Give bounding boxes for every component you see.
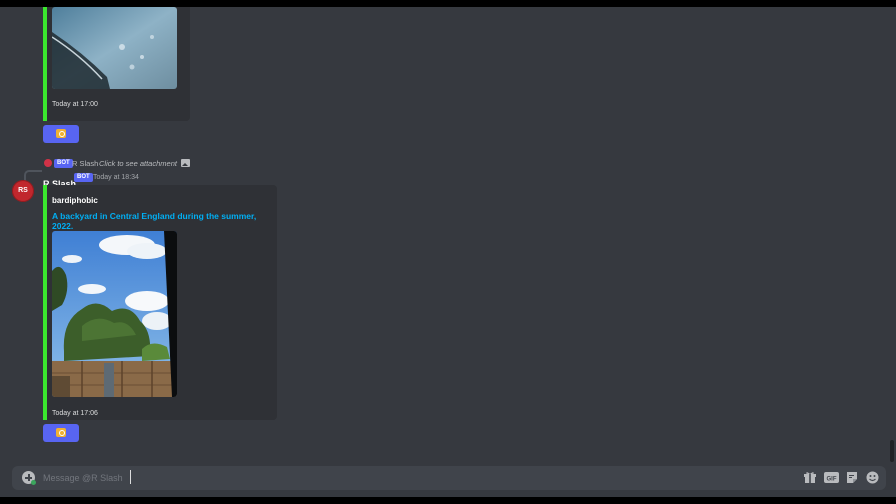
svg-text:GIF: GIF [827, 477, 837, 483]
repost-button[interactable] [43, 424, 79, 442]
embed-timestamp: Today at 17:00 [52, 101, 98, 108]
message-input[interactable] [43, 471, 643, 485]
message-composer: GIF [12, 466, 886, 490]
gif-icon[interactable]: GIF [824, 471, 839, 484]
reply-author[interactable]: R Slash [72, 159, 98, 168]
repost-icon [56, 129, 66, 138]
message-embed: bardiphobic A backyard in Central Englan… [43, 185, 277, 420]
sticker-icon[interactable] [846, 471, 858, 484]
status-dot [31, 480, 36, 485]
emoji-icon[interactable] [866, 471, 879, 484]
embed-image[interactable] [52, 7, 177, 89]
repost-icon [56, 428, 66, 437]
embed-image[interactable] [52, 231, 177, 397]
message-embed: Today at 17:00 [43, 7, 190, 121]
embed-title-link[interactable]: A backyard in Central England during the… [52, 211, 277, 231]
avatar[interactable]: RS [12, 180, 34, 202]
gift-icon[interactable] [804, 471, 816, 484]
embed-timestamp: Today at 17:06 [52, 410, 98, 417]
chat-window: Today at 17:00 BOT R Slash Click to see … [0, 7, 896, 497]
reply-text[interactable]: Click to see attachment [99, 159, 177, 168]
bot-tag: BOT [74, 173, 93, 182]
scrollbar[interactable] [890, 440, 894, 462]
reply-bot-tag: BOT [54, 159, 73, 168]
reply-avatar [44, 159, 52, 167]
text-cursor [130, 470, 131, 484]
message-timestamp: Today at 18:34 [93, 174, 139, 181]
repost-button[interactable] [43, 125, 79, 143]
image-icon [181, 159, 190, 167]
embed-author[interactable]: bardiphobic [52, 196, 98, 205]
